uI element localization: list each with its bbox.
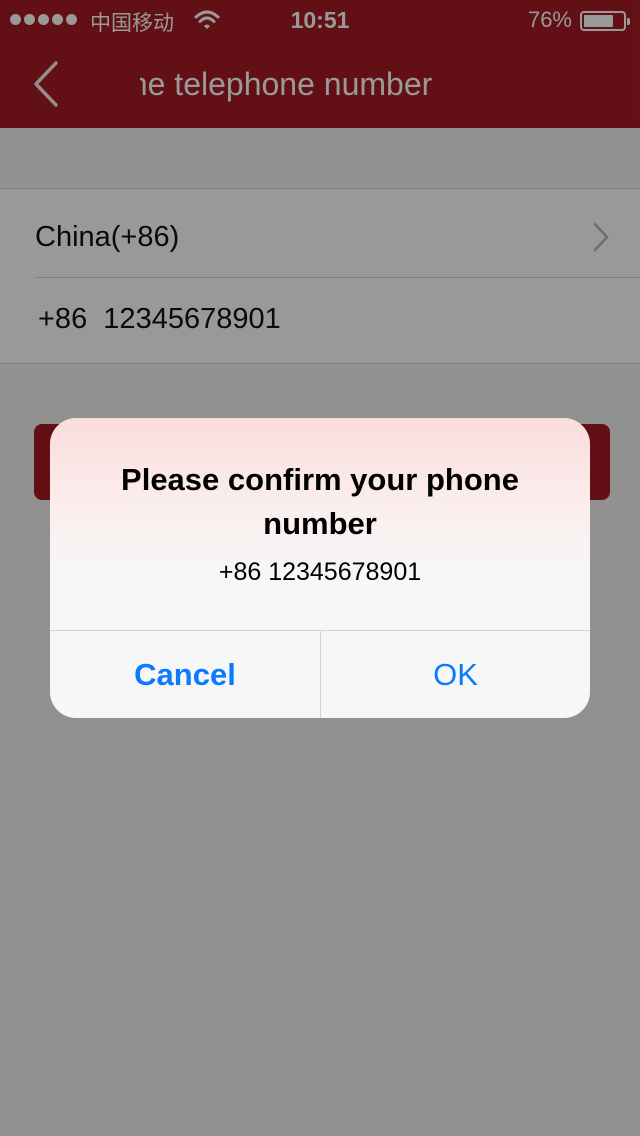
ok-button[interactable]: OK	[321, 631, 590, 718]
cancel-button[interactable]: Cancel	[50, 631, 320, 718]
dialog-title: Please confirm your phone number	[121, 462, 519, 541]
dialog-message: +86 12345678901	[218, 558, 422, 586]
confirm-dialog: Please confirm your phone number +86 123…	[50, 418, 590, 718]
